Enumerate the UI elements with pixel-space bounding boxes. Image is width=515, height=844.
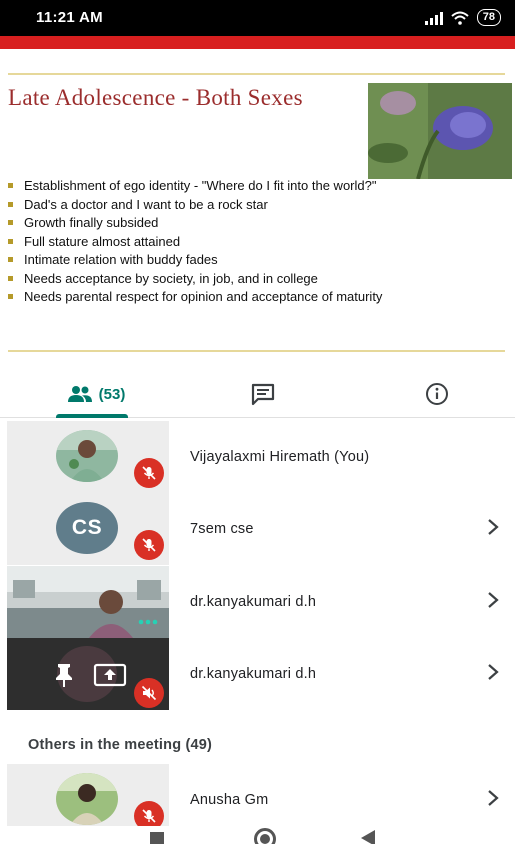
participant-name: Vijayalaxmi Hiremath (You): [190, 449, 370, 465]
active-tab-indicator: [56, 414, 128, 418]
avatar: [56, 430, 118, 482]
others-heading: Others in the meeting (49): [28, 737, 213, 753]
slide-header-bar: [0, 36, 515, 49]
chat-icon: [251, 383, 275, 406]
participant-row[interactable]: Anusha Gm: [0, 764, 515, 826]
info-icon: [426, 383, 448, 405]
slide-top-rule: [8, 73, 505, 75]
avatar: [56, 773, 118, 825]
shared-slide[interactable]: Late Adolescence - Both Sexes Establishm…: [0, 36, 515, 366]
status-icons: 78: [424, 9, 501, 26]
participant-tile: [7, 421, 169, 493]
slide-bullet: Establishment of ego identity - "Where d…: [8, 178, 428, 193]
participant-tile: [7, 764, 169, 826]
participant-row[interactable]: dr.kanyakumari d.h: [0, 638, 515, 710]
participant-name: dr.kanyakumari d.h: [190, 594, 317, 610]
participant-tile: CS: [7, 493, 169, 565]
people-count: (53): [98, 385, 126, 403]
participant-video-tile: [7, 566, 169, 638]
mic-off-icon: [134, 530, 164, 560]
battery-icon: 78: [476, 9, 501, 26]
slide-title: Late Adolescence - Both Sexes: [8, 85, 303, 110]
slide-bullet: Full stature almost attained: [8, 234, 428, 249]
participant-row[interactable]: dr.kanyakumari d.h: [0, 566, 515, 638]
slide-bullet: Intimate relation with buddy fades: [8, 252, 428, 267]
chevron-right-icon[interactable]: [485, 788, 501, 808]
mic-off-icon: [134, 458, 164, 488]
recents-button[interactable]: [150, 832, 164, 844]
slide-bullet: Needs acceptance by society, in job, and…: [8, 271, 428, 286]
participant-name: 7sem cse: [190, 521, 254, 537]
tab-people[interactable]: (53): [46, 370, 146, 418]
slide-bullet: Needs parental respect for opinion and a…: [8, 289, 428, 304]
slide-bullet: Growth finally subsided: [8, 215, 428, 230]
chevron-right-icon[interactable]: [485, 662, 501, 682]
slide-flower-image: [368, 83, 512, 179]
chevron-right-icon[interactable]: [485, 517, 501, 537]
participant-row[interactable]: CS 7sem cse: [0, 493, 515, 565]
slide-bullet: Dad's a doctor and I want to be a rock s…: [8, 197, 428, 212]
back-button[interactable]: [361, 830, 375, 844]
participant-name: Anusha Gm: [190, 792, 269, 808]
signal-icon: [424, 11, 443, 25]
mic-off-icon: [134, 801, 164, 826]
people-icon: [67, 386, 92, 402]
status-time: 11:21 AM: [36, 9, 103, 26]
participant-video: [7, 566, 169, 638]
participant-tile: [7, 638, 169, 710]
wifi-icon: [451, 11, 469, 25]
tab-chat[interactable]: [238, 370, 288, 418]
pin-icon[interactable]: [53, 662, 75, 688]
present-screen-icon: [93, 663, 127, 687]
slide-bottom-rule: [8, 350, 505, 352]
slide-bullet-list: Establishment of ego identity - "Where d…: [8, 178, 428, 308]
participant-row[interactable]: Vijayalaxmi Hiremath (You): [0, 421, 515, 493]
home-button[interactable]: [254, 828, 276, 844]
status-bar: 11:21 AM 78: [0, 0, 515, 36]
participant-name: dr.kanyakumari d.h: [190, 666, 317, 682]
tab-info[interactable]: [412, 370, 462, 418]
avatar: CS: [56, 502, 118, 554]
system-nav-bar: [0, 826, 515, 844]
chevron-right-icon[interactable]: [485, 590, 501, 610]
volume-off-icon: [134, 678, 164, 708]
meeting-tabs: (53): [0, 370, 515, 418]
